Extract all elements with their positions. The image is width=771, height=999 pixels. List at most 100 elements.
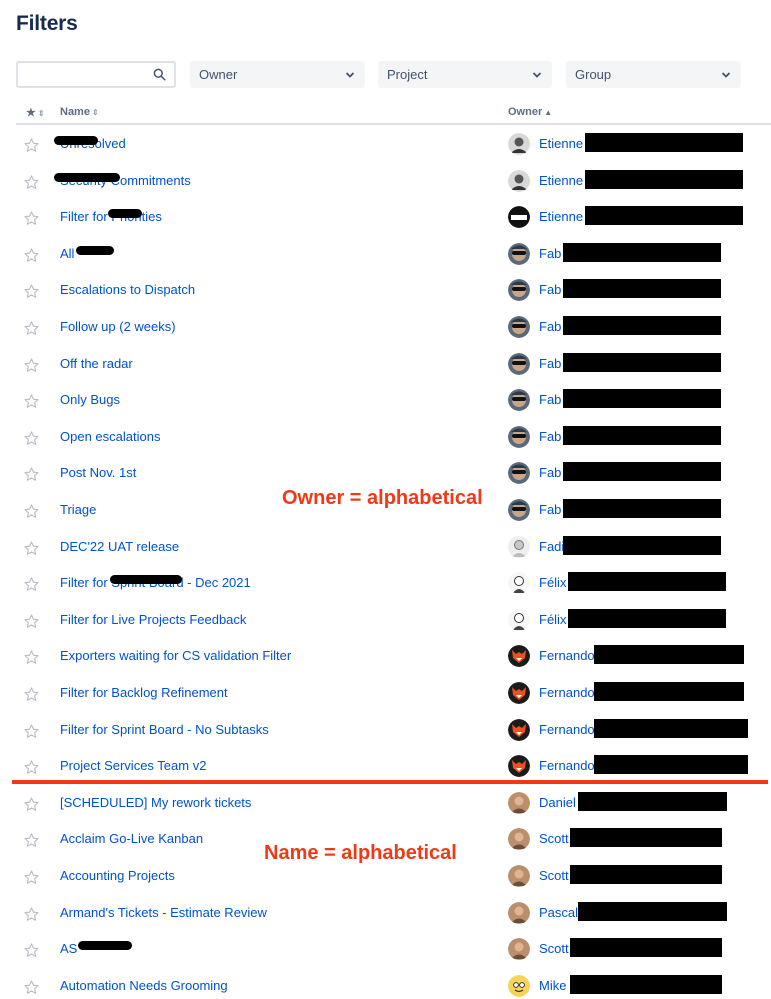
sunglasses-avatar-icon [508, 242, 530, 265]
owner-name-link[interactable]: Scott [539, 831, 569, 846]
filter-name-link[interactable]: Off the radar [60, 356, 133, 371]
star-icon[interactable] [23, 869, 40, 886]
group-filter-label: Group [575, 67, 612, 82]
group-filter-dropdown[interactable]: Group [566, 61, 741, 88]
filter-name-link[interactable]: Exporters waiting for CS validation Filt… [60, 648, 291, 663]
owner-name-link[interactable]: Félix [539, 575, 566, 590]
owner-name-link[interactable]: Fab [539, 356, 561, 371]
owner-name-link[interactable]: Fernando [539, 648, 595, 663]
owner-name-link[interactable]: Pascal [539, 905, 578, 920]
filter-name-link[interactable]: DEC'22 UAT release [60, 539, 179, 554]
star-icon[interactable] [23, 759, 40, 776]
star-icon[interactable] [23, 540, 40, 557]
owner-name-link[interactable]: Scott [539, 941, 569, 956]
filter-name-link[interactable]: Follow up (2 weeks) [60, 319, 176, 334]
redaction-scribble [108, 209, 142, 219]
redaction-box [563, 425, 721, 445]
owner-name-link[interactable]: Fab [539, 502, 561, 517]
mono-avatar-icon [508, 169, 530, 192]
star-icon[interactable] [23, 247, 40, 264]
filter-name-link[interactable]: Accounting Projects [60, 868, 175, 883]
filter-name-link[interactable]: Project Services Team v2 [60, 758, 206, 773]
redaction-box [570, 828, 722, 848]
search-icon [153, 68, 166, 81]
name-column-header[interactable]: Name ⇕ [60, 106, 99, 118]
star-icon[interactable] [23, 832, 40, 849]
star-icon[interactable] [23, 137, 40, 154]
filter-name-link[interactable]: Filter for Live Projects Feedback [60, 612, 246, 627]
owner-name-link[interactable]: Fernando [539, 758, 595, 773]
owner-name-link[interactable]: Scott [539, 868, 569, 883]
redaction-scribble [54, 172, 120, 182]
sketch-avatar-icon [508, 608, 530, 631]
star-icon[interactable] [23, 210, 40, 227]
filter-name-link[interactable]: AS [60, 941, 77, 956]
person-avatar-icon [508, 535, 530, 558]
star-icon[interactable] [23, 357, 40, 374]
search-input[interactable] [16, 61, 176, 88]
star-icon[interactable] [23, 613, 40, 630]
owner-name-link[interactable]: Fab [539, 465, 561, 480]
owner-name-link[interactable]: Fernando [539, 722, 595, 737]
filter-name-link[interactable]: Acclaim Go-Live Kanban [60, 831, 203, 846]
star-icon[interactable] [23, 649, 40, 666]
owner-name-link[interactable]: Fab [539, 392, 561, 407]
owner-name-link[interactable]: Fab [539, 319, 561, 334]
owner-name-link[interactable]: Fab [539, 429, 561, 444]
starred-column-header[interactable]: ★ ⇕ [26, 106, 45, 119]
filter-name-link[interactable]: Escalations to Dispatch [60, 282, 195, 297]
redaction-box [578, 791, 727, 811]
chevron-down-icon [345, 72, 355, 78]
filter-name-link[interactable]: Post Nov. 1st [60, 465, 136, 480]
star-icon[interactable] [23, 320, 40, 337]
photo-avatar-icon [508, 938, 530, 961]
redaction-box [563, 535, 721, 555]
star-icon[interactable] [23, 466, 40, 483]
filter-name-link[interactable]: Armand's Tickets - Estimate Review [60, 905, 267, 920]
star-icon[interactable] [23, 174, 40, 191]
owner-name-link[interactable]: Etienne [539, 209, 583, 224]
sunglasses-avatar-icon [508, 279, 530, 302]
filter-name-link[interactable]: Filter for Backlog Refinement [60, 685, 228, 700]
owner-name-link[interactable]: Fernando [539, 685, 595, 700]
filter-name-link[interactable]: Open escalations [60, 429, 160, 444]
redaction-box [563, 352, 721, 372]
star-icon[interactable] [23, 393, 40, 410]
redaction-box [568, 572, 726, 592]
star-icon[interactable] [23, 796, 40, 813]
filter-name-link[interactable]: Triage [60, 502, 96, 517]
owner-name-link[interactable]: Etienne [539, 173, 583, 188]
star-icon[interactable] [23, 430, 40, 447]
filter-name-link[interactable]: All [60, 246, 74, 261]
filter-name-link[interactable]: Filter for Sprint Board - No Subtasks [60, 722, 269, 737]
sketch-avatar-icon [508, 572, 530, 595]
star-icon[interactable] [23, 942, 40, 959]
star-icon[interactable] [23, 979, 40, 996]
redaction-scribble [78, 941, 132, 951]
fox-avatar-icon [508, 718, 530, 741]
owner-name-link[interactable]: Daniel [539, 795, 576, 810]
owner-name-link[interactable]: Mike [539, 978, 566, 993]
filter-name-link[interactable]: [SCHEDULED] My rework tickets [60, 795, 251, 810]
helmet-avatar-icon [508, 206, 530, 229]
owner-name-link[interactable]: Fadi [539, 539, 564, 554]
owner-name-link[interactable]: Etienne [539, 136, 583, 151]
owner-name-link[interactable]: Félix [539, 612, 566, 627]
star-icon[interactable] [23, 906, 40, 923]
filter-name-link[interactable]: Only Bugs [60, 392, 120, 407]
owner-column-header[interactable]: Owner ▲ [508, 106, 552, 118]
owner-name-link[interactable]: Fab [539, 282, 561, 297]
star-icon[interactable] [23, 686, 40, 703]
redaction-box [594, 645, 744, 665]
redaction-box [585, 133, 743, 152]
owner-filter-dropdown[interactable]: Owner [190, 61, 365, 88]
star-icon[interactable] [23, 283, 40, 300]
star-icon[interactable] [23, 503, 40, 520]
filter-name-link[interactable]: Automation Needs Grooming [60, 978, 228, 993]
project-filter-dropdown[interactable]: Project [378, 61, 552, 88]
redaction-box [578, 901, 727, 921]
star-icon[interactable] [23, 723, 40, 740]
sunglasses-avatar-icon [508, 389, 530, 412]
owner-name-link[interactable]: Fab [539, 246, 561, 261]
star-icon[interactable] [23, 576, 40, 593]
